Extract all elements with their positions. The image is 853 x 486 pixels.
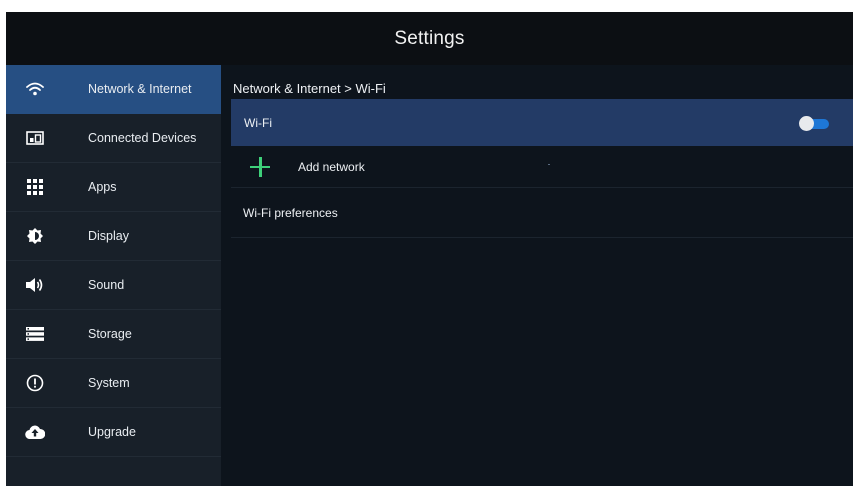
settings-screen: Settings Network & Internet Connected De… (6, 12, 853, 486)
page-title: Settings (394, 27, 465, 49)
wifi-preferences-label: Wi-Fi preferences (243, 206, 338, 220)
sidebar-item-display[interactable]: Display (6, 212, 221, 261)
connected-devices-icon (24, 127, 46, 149)
cloud-upload-icon (24, 421, 46, 443)
add-network-label: Add network (298, 159, 365, 174)
sidebar-item-label: Display (88, 229, 129, 243)
sidebar-item-sound[interactable]: Sound (6, 261, 221, 310)
sidebar-item-label: Apps (88, 180, 117, 194)
sidebar-item-label: Upgrade (88, 425, 136, 439)
divider-mark (548, 164, 550, 165)
speaker-icon (24, 274, 46, 296)
plus-icon (250, 156, 270, 177)
sidebar-item-storage[interactable]: Storage (6, 310, 221, 359)
title-bar: Settings (6, 12, 853, 65)
sidebar-item-system[interactable]: System (6, 359, 221, 408)
sidebar-item-connected-devices[interactable]: Connected Devices (6, 114, 221, 163)
sidebar-item-apps[interactable]: Apps (6, 163, 221, 212)
apps-grid-icon (24, 176, 46, 198)
wifi-toggle-row[interactable]: Wi-Fi (231, 99, 853, 146)
sidebar: Network & Internet Connected Devices App… (6, 65, 221, 486)
toggle-knob (799, 115, 814, 131)
sidebar-item-label: Network & Internet (88, 82, 192, 96)
add-network-row[interactable]: Add network (231, 146, 853, 188)
wifi-icon (24, 78, 46, 100)
main-content: Network & Internet > Wi-Fi Wi-Fi Add net… (221, 65, 853, 486)
breadcrumb: Network & Internet > Wi-Fi (233, 81, 386, 96)
wifi-preferences-row[interactable]: Wi-Fi preferences (231, 188, 853, 238)
sidebar-item-upgrade[interactable]: Upgrade (6, 408, 221, 457)
sidebar-item-label: System (88, 376, 130, 390)
sidebar-item-label: Sound (88, 278, 125, 292)
sidebar-item-network-internet[interactable]: Network & Internet (6, 65, 221, 114)
sidebar-item-label: Storage (88, 327, 132, 341)
storage-icon (24, 323, 46, 345)
wifi-toggle-switch[interactable] (799, 115, 829, 131)
brightness-icon (24, 225, 46, 247)
sidebar-item-label: Connected Devices (88, 131, 197, 145)
info-alert-icon (24, 372, 46, 394)
wifi-label: Wi-Fi (244, 115, 272, 130)
